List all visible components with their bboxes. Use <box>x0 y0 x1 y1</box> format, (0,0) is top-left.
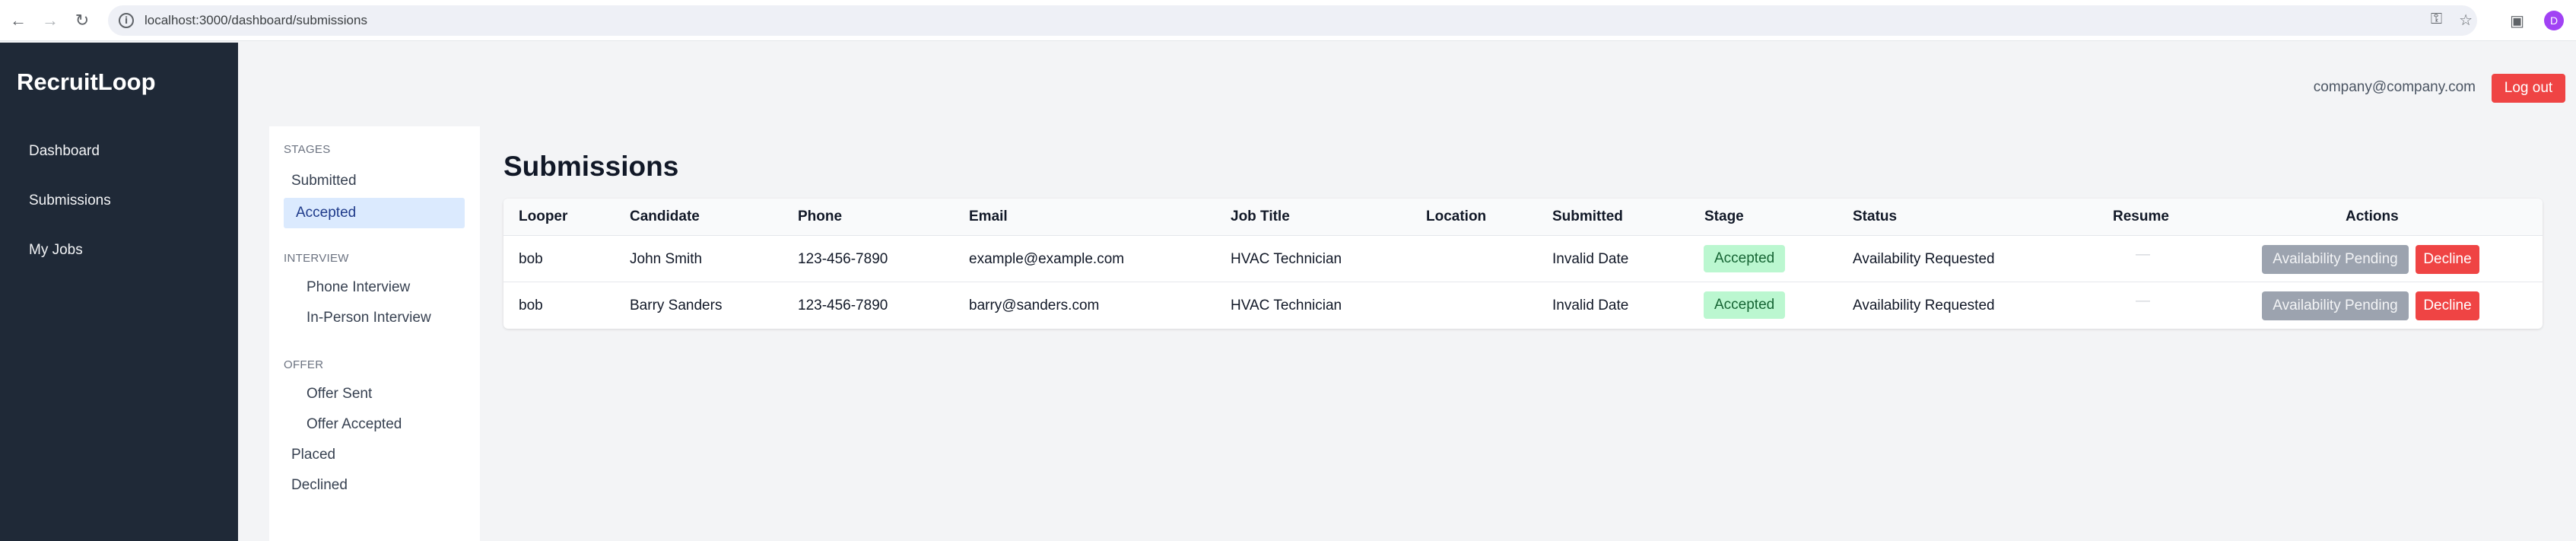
cell-status: Availability Requested <box>1853 251 1995 267</box>
nav-dashboard[interactable]: Dashboard <box>29 143 100 160</box>
app-sidebar: RecruitLoop Dashboard Submissions My Job… <box>0 43 238 541</box>
interview-heading: INTERVIEW <box>284 252 349 265</box>
stage-submitted[interactable]: Submitted <box>291 173 357 189</box>
table-header: Looper Candidate Phone Email Job Title L… <box>503 199 2543 235</box>
decline-button[interactable]: Decline <box>2416 291 2479 320</box>
header-status: Status <box>1853 208 1898 224</box>
cell-candidate: Barry Sanders <box>630 298 723 313</box>
stages-panel: STAGES Submitted Accepted INTERVIEW Phon… <box>269 126 480 541</box>
stage-declined[interactable]: Declined <box>291 477 348 494</box>
cell-looper: bob <box>519 251 543 267</box>
header-submitted: Submitted <box>1552 208 1623 224</box>
user-email: company@company.com <box>2313 79 2476 95</box>
offer-heading: OFFER <box>284 358 324 371</box>
header-resume: Resume <box>2113 208 2169 224</box>
browser-actions: ▣ D <box>2510 11 2564 30</box>
side-panel-icon[interactable]: ▣ <box>2510 11 2524 30</box>
stage-accepted[interactable]: Accepted <box>284 198 465 228</box>
cell-status: Availability Requested <box>1853 298 1995 313</box>
site-info-icon[interactable]: i <box>119 13 134 28</box>
decline-button[interactable]: Decline <box>2416 245 2479 274</box>
page-title: Submissions <box>503 151 679 182</box>
stages-heading: STAGES <box>284 143 331 156</box>
header-stage: Stage <box>1704 208 1744 224</box>
stage-in-person-interview[interactable]: In-Person Interview <box>307 310 431 326</box>
omnibox-actions: ⚿ ☆ <box>2431 11 2473 30</box>
password-key-icon[interactable]: ⚿ <box>2431 11 2442 30</box>
stage-badge: Accepted <box>1704 291 1786 319</box>
header-location: Location <box>1426 208 1487 224</box>
cell-email: barry@sanders.com <box>969 298 1100 313</box>
bookmark-star-icon[interactable]: ☆ <box>2459 11 2473 30</box>
cell-resume: — <box>2136 247 2150 263</box>
nav-submissions[interactable]: Submissions <box>29 193 111 209</box>
logout-button[interactable]: Log out <box>2492 74 2565 103</box>
cell-looper: bob <box>519 298 543 313</box>
cell-phone: 123-456-7890 <box>798 251 888 267</box>
header-candidate: Candidate <box>630 208 700 224</box>
cell-submitted: Invalid Date <box>1552 251 1629 267</box>
cell-job-title: HVAC Technician <box>1231 298 1342 313</box>
url-text[interactable]: localhost:3000/dashboard/submissions <box>145 13 367 28</box>
browser-toolbar: ← → ↻ i localhost:3000/dashboard/submiss… <box>0 0 2576 41</box>
address-bar[interactable]: i localhost:3000/dashboard/submissions <box>108 5 2477 36</box>
submissions-table: Looper Candidate Phone Email Job Title L… <box>503 199 2543 329</box>
header-actions: Actions <box>2346 208 2399 224</box>
cell-resume: — <box>2136 293 2150 309</box>
header-email: Email <box>969 208 1008 224</box>
reload-icon[interactable]: ↻ <box>68 7 96 34</box>
stage-phone-interview[interactable]: Phone Interview <box>307 279 410 296</box>
header-job-title: Job Title <box>1231 208 1290 224</box>
table-row: bob Barry Sanders 123-456-7890 barry@san… <box>503 282 2543 328</box>
stage-badge: Accepted <box>1704 245 1786 272</box>
nav-my-jobs[interactable]: My Jobs <box>29 242 83 259</box>
stage-placed[interactable]: Placed <box>291 447 335 463</box>
header-phone: Phone <box>798 208 843 224</box>
availability-pending-button[interactable]: Availability Pending <box>2262 291 2409 320</box>
cell-submitted: Invalid Date <box>1552 298 1629 313</box>
brand-logo-text[interactable]: RecruitLoop <box>17 68 156 96</box>
availability-pending-button[interactable]: Availability Pending <box>2262 245 2409 274</box>
cell-phone: 123-456-7890 <box>798 298 888 313</box>
back-arrow-icon[interactable]: ← <box>5 7 32 34</box>
cell-job-title: HVAC Technician <box>1231 251 1342 267</box>
cell-email: example@example.com <box>969 251 1125 267</box>
cell-candidate: John Smith <box>630 251 703 267</box>
table-row: bob John Smith 123-456-7890 example@exam… <box>503 235 2543 282</box>
stage-offer-accepted[interactable]: Offer Accepted <box>307 416 402 433</box>
header-looper: Looper <box>519 208 568 224</box>
profile-avatar[interactable]: D <box>2544 11 2564 30</box>
stage-offer-sent[interactable]: Offer Sent <box>307 386 372 403</box>
forward-arrow-icon[interactable]: → <box>37 7 64 34</box>
